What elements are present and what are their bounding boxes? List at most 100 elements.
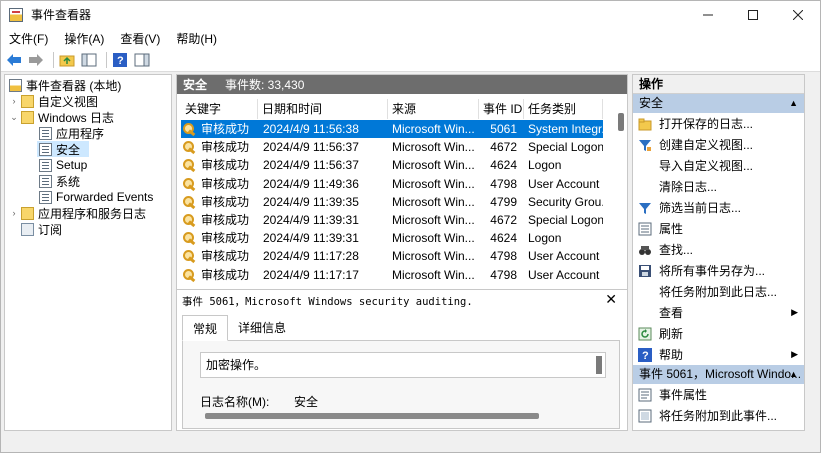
menu-action[interactable]: 操作(A) (56, 30, 112, 47)
table-row[interactable]: 审核成功 2024/4/9 11:17:28 Microsoft Win... 479… (181, 247, 603, 265)
audit-success-key-icon (183, 268, 196, 281)
action-item[interactable]: 刷新 (633, 323, 804, 344)
status-bar (1, 433, 820, 452)
show-action-pane-button[interactable] (133, 51, 151, 69)
table-row[interactable]: 审核成功 2024/4/9 11:39:31 Microsoft Win... 462… (181, 229, 603, 247)
folder-icon (21, 110, 34, 124)
table-row[interactable]: 审核成功 2024/4/9 11:56:37 Microsoft Win... 467… (181, 138, 603, 156)
chevron-right-icon[interactable]: › (9, 96, 19, 106)
description-scrollbar[interactable] (596, 356, 602, 374)
tree-item-security[interactable]: 安全 (37, 141, 89, 157)
filter-create-icon (638, 138, 652, 152)
action-item-label: 查找... (659, 243, 694, 257)
show-hide-tree-button[interactable] (80, 51, 98, 69)
action-item[interactable]: 筛选当前日志... (633, 197, 804, 218)
column-header-event-id[interactable]: 事件 ID (479, 99, 524, 119)
menu-help[interactable]: 帮助(H) (168, 30, 225, 47)
tab-general[interactable]: 常规 (182, 315, 229, 341)
cell-event-id: 4799 (490, 194, 517, 209)
column-header-keyword[interactable]: 关键字 (181, 99, 258, 119)
back-button[interactable] (5, 51, 23, 69)
close-detail-button[interactable]: ✕ (605, 291, 617, 308)
maximize-button[interactable] (730, 1, 775, 28)
cell-keyword: 审核成功 (201, 231, 250, 246)
action-item-label: 事件属性 (659, 388, 708, 402)
action-item[interactable]: 创建自定义视图... (633, 134, 804, 155)
tree-item-label: 系统 (56, 174, 81, 189)
tree-item-subscriptions[interactable]: 订阅 (19, 221, 62, 237)
tree-item-setup[interactable]: Setup (37, 157, 87, 173)
tree-item-app-service-logs[interactable]: › 应用程序和服务日志 (9, 205, 146, 221)
action-item[interactable]: 导入自定义视图... (633, 155, 804, 176)
action-item[interactable]: 事件属性 (633, 384, 804, 405)
menu-view[interactable]: 查看(V) (112, 30, 168, 47)
pane-splitter[interactable] (177, 289, 627, 290)
cell-source: Microsoft Win... (392, 176, 475, 191)
action-item[interactable]: 将任务附加到此日志... (633, 281, 804, 302)
cell-event-id: 4672 (490, 140, 517, 155)
actions-group-security[interactable]: 安全 ▲ (633, 94, 804, 113)
action-item[interactable]: 清除日志... (633, 176, 804, 197)
action-item[interactable]: 打开保存的日志... (633, 113, 804, 134)
log-name-label: 日志名称(M): (200, 395, 270, 409)
scrollbar-thumb[interactable] (618, 113, 624, 131)
table-row[interactable]: 审核成功 2024/4/9 11:39:31 Microsoft Win... 467… (181, 211, 603, 229)
console-tree: 事件查看器 (本地) › 自定义视图 ⌄ Windows 日志 应用程序 安全 … (4, 74, 172, 431)
action-item[interactable]: 将所有事件另存为... (633, 260, 804, 281)
table-row[interactable]: 审核成功 2024/4/9 11:56:37 Microsoft Win... 462… (181, 156, 603, 174)
cell-source: Microsoft Win... (392, 231, 475, 246)
chevron-down-icon[interactable]: ⌄ (9, 112, 19, 123)
help-toolbar-button[interactable]: ? (111, 51, 129, 69)
title-bar: 事件查看器 (1, 1, 820, 28)
svg-text:?: ? (117, 55, 124, 67)
save-icon (638, 264, 652, 278)
tab-details[interactable]: 详细信息 (228, 315, 296, 341)
window-title: 事件查看器 (31, 8, 92, 22)
audit-success-key-icon (183, 214, 196, 226)
event-description[interactable]: 加密操作。 (200, 352, 606, 378)
close-button[interactable] (775, 1, 820, 28)
table-row[interactable]: 审核成功 2024/4/9 11:56:38 Microsoft Win... 506… (181, 120, 603, 138)
tree-item-windows-logs[interactable]: ⌄ Windows 日志 (9, 109, 114, 125)
action-item[interactable]: 查看 ▶ (633, 302, 804, 323)
cell-event-id: 4624 (490, 158, 517, 173)
tree-item-label: 自定义视图 (38, 94, 99, 109)
event-detail-title: 事件 5061，Microsoft Windows security audit… (182, 296, 473, 308)
cell-datetime: 2024/4/9 11:39:31 (263, 231, 359, 246)
actions-group-event[interactable]: 事件 5061，Microsoft Windo... ▲ (633, 365, 804, 384)
action-item[interactable]: 查找... (633, 239, 804, 260)
action-item-label: 打开保存的日志... (659, 117, 754, 131)
table-row[interactable]: 审核成功 2024/4/9 11:17:17 Microsoft Win... 479… (181, 266, 603, 284)
tree-item-system[interactable]: 系统 (37, 173, 80, 189)
detail-horizontal-scrollbar[interactable] (205, 413, 539, 419)
column-header-datetime[interactable]: 日期和时间 (258, 99, 388, 119)
event-viewer-icon (9, 7, 23, 22)
tree-item-forwarded-events[interactable]: Forwarded Events (37, 189, 153, 205)
maximize-icon (747, 9, 758, 20)
events-table: 关键字 日期和时间 来源 事件 ID 任务类别 审核成功 2024/4/9 11:… (181, 99, 603, 285)
up-folder-button[interactable] (58, 51, 76, 69)
minimize-button[interactable] (685, 1, 730, 28)
tree-item-application[interactable]: 应用程序 (37, 125, 104, 141)
actions-scrollbar[interactable] (807, 75, 819, 430)
chevron-right-icon[interactable]: › (9, 208, 19, 218)
menu-file[interactable]: 文件(F) (1, 30, 56, 47)
action-item-label: 将任务附加到此日志... (659, 285, 778, 299)
submenu-arrow-icon: ▶ (791, 307, 798, 317)
events-scrollbar[interactable] (617, 103, 625, 283)
table-row[interactable]: 审核成功 2024/4/9 11:49:36 Microsoft Win... 479… (181, 175, 603, 193)
cell-source: Microsoft Win... (392, 140, 475, 155)
window-controls (685, 1, 820, 28)
column-header-source[interactable]: 来源 (388, 99, 479, 119)
tree-item-custom-views[interactable]: › 自定义视图 (9, 93, 98, 109)
cell-event-id: 5061 (490, 122, 517, 136)
table-row[interactable]: 审核成功 2024/4/9 11:39:35 Microsoft Win... 479… (181, 193, 603, 211)
tree-item-root[interactable]: 事件查看器 (本地) (7, 77, 121, 93)
log-icon (39, 158, 52, 172)
action-item[interactable]: 属性 (633, 218, 804, 239)
action-item[interactable]: ? 帮助 ▶ (633, 344, 804, 365)
forward-button[interactable] (27, 51, 45, 69)
action-item[interactable]: 将任务附加到此事件... (633, 405, 804, 426)
column-header-task-category[interactable]: 任务类别 (524, 99, 603, 119)
subscription-icon (21, 222, 34, 236)
